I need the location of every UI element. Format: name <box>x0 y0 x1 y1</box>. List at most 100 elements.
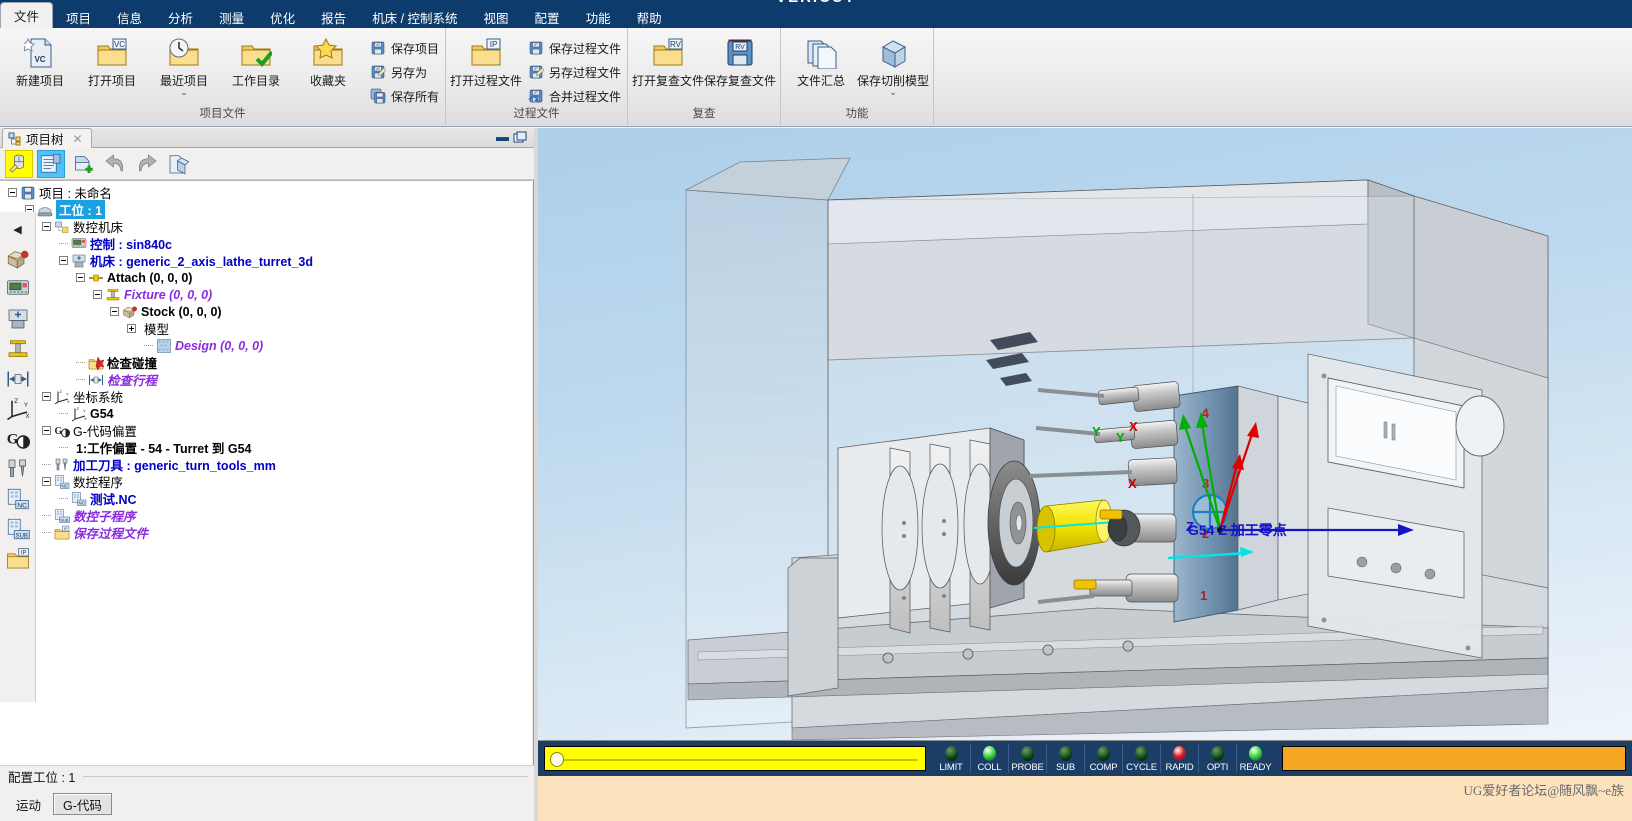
tree-expander[interactable] <box>42 477 51 486</box>
tree-node[interactable]: 检查行程 <box>0 371 532 388</box>
tree-node[interactable]: Design (0, 0, 0) <box>0 337 532 354</box>
tree-connector <box>59 494 68 503</box>
save-all-icon <box>370 88 386 104</box>
ribbon-button-save-cut-stock[interactable]: 保存切削模型 ⌄ <box>857 32 929 97</box>
tree-node[interactable]: 工位 : 1 <box>0 200 532 219</box>
tree-view[interactable]: 项目 : 未命名 工位 : 1 数控机床 控制 : sin840c 机床 : gener… <box>0 180 532 821</box>
ribbon-button-merge-in-process-file[interactable]: IP 合并过程文件 <box>528 84 621 108</box>
ribbon-button-open-in-process-file[interactable]: IP 打开过程文件 <box>450 32 522 89</box>
ribbon-button-open-review-file[interactable]: RV 打开复查文件 <box>632 32 704 89</box>
ribbon-button-new-project[interactable]: VC 新建项目 <box>4 32 76 89</box>
save-all-icon <box>370 88 386 104</box>
tree-node[interactable]: 机床 : generic_2_axis_lathe_turret_3d <box>0 252 532 269</box>
bottom-tab-0[interactable]: 运动 <box>6 793 52 815</box>
ribbon-button-save-review-file[interactable]: RV 保存复查文件 <box>704 32 776 89</box>
add-component-icon[interactable] <box>70 151 96 177</box>
svg-text:SUB: SUB <box>15 533 27 539</box>
panel-minimize-button[interactable]: ▬ <box>496 130 509 144</box>
menu-item-11[interactable]: 帮助 <box>624 6 675 28</box>
tree-expander[interactable] <box>42 222 51 231</box>
tree-node[interactable]: Z Y X G54 <box>0 405 532 422</box>
tree-node[interactable]: IP 保存过程文件 <box>0 524 532 541</box>
tree-node[interactable]: Stock (0, 0, 0) <box>0 303 532 320</box>
ribbon-button-save-in-process-file[interactable]: IP 保存过程文件 <box>528 36 621 60</box>
fixture-icon[interactable] <box>2 334 34 364</box>
stock-icon <box>122 304 138 320</box>
tree-expander[interactable] <box>59 256 68 265</box>
menu-item-9[interactable]: 配置 <box>522 6 573 28</box>
tree-node[interactable]: 模型 <box>0 320 532 337</box>
ribbon-button-favorites[interactable]: 收藏夹 <box>292 32 364 89</box>
nc-program-icon[interactable]: NC <box>2 484 34 514</box>
menu-item-5[interactable]: 优化 <box>257 6 308 28</box>
properties-icon[interactable] <box>37 149 65 178</box>
bottom-tab-1[interactable]: G-代码 <box>53 793 112 815</box>
menu-item-10[interactable]: 功能 <box>573 6 624 28</box>
chevron-down-icon[interactable]: ⌄ <box>889 88 897 97</box>
mouse-config-icon[interactable] <box>5 149 33 178</box>
tree-node[interactable]: 项目 : 未命名 <box>0 184 532 201</box>
tree-expander[interactable] <box>110 307 119 316</box>
tree-node[interactable]: Attach (0, 0, 0) <box>0 269 532 286</box>
chevron-down-icon[interactable]: ⌄ <box>180 88 188 97</box>
tree-expander[interactable] <box>42 392 51 401</box>
speed-slider[interactable] <box>544 746 926 771</box>
g-code-offset-icon[interactable]: G <box>2 424 34 454</box>
tree-expander[interactable] <box>93 290 102 299</box>
ribbon-button-save-all[interactable]: 保存所有 <box>370 84 439 108</box>
control-icon[interactable] <box>2 274 34 304</box>
stock-icon[interactable] <box>2 244 34 274</box>
menu-item-7[interactable]: 机床 / 控制系统 <box>359 6 470 28</box>
tree-node[interactable]: SUB 数控子程序 <box>0 507 532 524</box>
menu-item-2[interactable]: 信息 <box>104 6 155 28</box>
tree-node[interactable]: G G-代码偏置 <box>0 422 532 439</box>
menu-item-6[interactable]: 报告 <box>308 6 359 28</box>
travel-limits-icon[interactable] <box>2 364 34 394</box>
ribbon-button-recent-project[interactable]: 最近项目 ⌄ <box>148 32 220 97</box>
tree-node[interactable]: 1:工作偏置 - 54 - Turret 到 G54 <box>0 439 532 456</box>
tree-connector <box>59 409 68 418</box>
ribbon-button-save-as-in-process-file[interactable]: IP 另存过程文件 <box>528 60 621 84</box>
export-icon[interactable] <box>166 151 192 177</box>
tree-node[interactable]: NC 测试.NC <box>0 490 532 507</box>
simulation-status-bar: LIMIT COLL PROBE SUB COMP CYCLE RAPID OPTI READY <box>538 740 1632 776</box>
menu-item-8[interactable]: 视图 <box>471 6 522 28</box>
menu-item-4[interactable]: 测量 <box>206 6 257 28</box>
ribbon-button-save-project[interactable]: VC 保存项目 <box>370 36 439 60</box>
nc-program-icon: NC <box>54 474 70 490</box>
ribbon-button-working-directory[interactable]: 工作目录 <box>220 32 292 89</box>
tree-expander[interactable] <box>76 273 85 282</box>
tree-node[interactable]: 检查碰撞 <box>0 354 532 371</box>
tooling-icon[interactable] <box>2 454 34 484</box>
slider-knob[interactable] <box>550 752 564 767</box>
ribbon-button-save-as[interactable]: VC 另存为 <box>370 60 439 84</box>
nc-subroutine-icon[interactable]: SUB <box>2 514 34 544</box>
undo-icon[interactable] <box>102 151 128 177</box>
machine-3d-viewport[interactable]: 4 3 2 1 Y Y X X Z G54 Z 加工零点 <box>538 128 1632 740</box>
attach-icon <box>89 274 103 281</box>
tree-expander[interactable] <box>8 188 17 197</box>
svg-text:Y: Y <box>24 403 28 409</box>
led-label: LIMIT <box>939 762 963 773</box>
close-icon[interactable]: ✕ <box>73 132 83 146</box>
redo-icon[interactable] <box>134 151 160 177</box>
svg-text:NC: NC <box>79 500 86 505</box>
tree-node[interactable]: 加工刀具 : generic_turn_tools_mm <box>0 456 532 473</box>
panel-restore-button[interactable] <box>513 131 527 145</box>
open-project-icon: VC <box>96 37 128 69</box>
menu-item-3[interactable]: 分析 <box>155 6 206 28</box>
ribbon-button-file-summary[interactable]: 文件汇总 <box>785 32 857 89</box>
tree-expander[interactable] <box>127 324 136 333</box>
tree-node[interactable]: Fixture (0, 0, 0) <box>0 286 532 303</box>
coordinate-system-icon[interactable]: ZYX <box>2 394 34 424</box>
svg-text:G: G <box>6 432 18 448</box>
machine-icon[interactable] <box>2 304 34 334</box>
svg-text:1: 1 <box>1200 588 1207 603</box>
tab-project-tree[interactable]: 项目树 ✕ <box>2 128 92 148</box>
collapse-arrow-icon[interactable]: ◀ <box>2 214 34 244</box>
tree-expander[interactable] <box>42 426 51 435</box>
menu-item-0[interactable]: 文件 <box>0 2 54 28</box>
ribbon-button-open-project[interactable]: VC 打开项目 <box>76 32 148 89</box>
in-process-file-icon[interactable]: IP <box>2 544 34 574</box>
menu-item-1[interactable]: 项目 <box>53 6 104 28</box>
